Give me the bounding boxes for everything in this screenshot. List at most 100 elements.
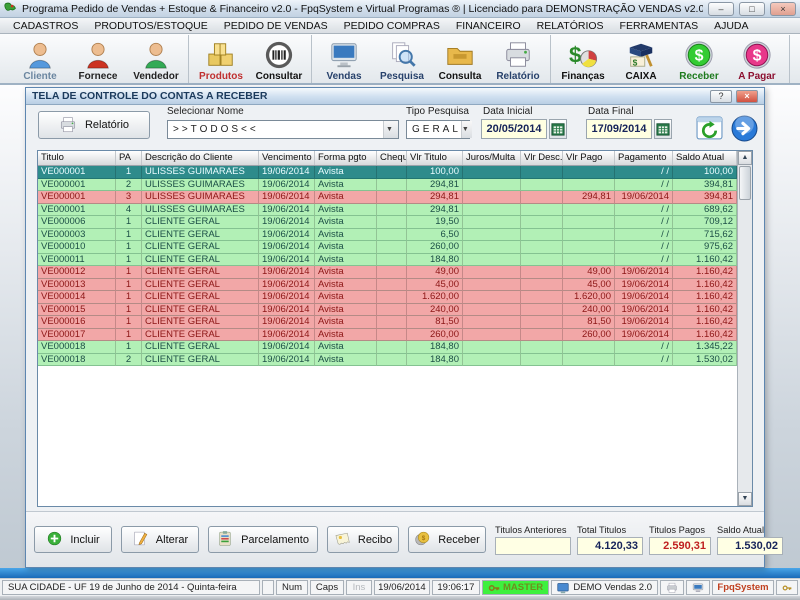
table-row[interactable]: VE0000012ULISSES GUIMARAES19/06/2014Avis… bbox=[38, 179, 737, 192]
minimize-button[interactable]: – bbox=[708, 2, 734, 16]
cell-cliente: ULISSES GUIMARAES bbox=[142, 191, 259, 204]
scroll-down-button[interactable]: ▼ bbox=[738, 492, 752, 506]
table-row[interactable]: VE0000151CLIENTE GERAL19/06/2014Avista24… bbox=[38, 304, 737, 317]
table-row[interactable]: VE0000031CLIENTE GERAL19/06/2014Avista6,… bbox=[38, 229, 737, 242]
close-button[interactable]: × bbox=[770, 2, 796, 16]
cell-juros bbox=[463, 354, 521, 367]
cell-forma: Avista bbox=[315, 166, 377, 179]
table-row[interactable]: VE0000014ULISSES GUIMARAES19/06/2014Avis… bbox=[38, 204, 737, 217]
menu-item-pedido-compras[interactable]: PEDIDO COMPRAS bbox=[337, 19, 447, 33]
receber-button[interactable]: $Receber bbox=[408, 526, 486, 553]
cell-vlr_titulo: 260,00 bbox=[407, 329, 463, 342]
column-header-pagamento[interactable]: Pagamento bbox=[615, 151, 673, 165]
column-header-descri-o-do-cliente[interactable]: Descrição do Cliente bbox=[142, 151, 259, 165]
dialog-close-button[interactable]: × bbox=[736, 90, 758, 103]
toolbar-button-caixa[interactable]: $CAIXA bbox=[612, 35, 670, 83]
type-filter-combo[interactable]: GERAL ▼ bbox=[406, 120, 470, 139]
menu-item-ferramentas[interactable]: FERRAMENTAS bbox=[613, 19, 706, 33]
column-header-titulo[interactable]: Titulo bbox=[38, 151, 116, 165]
refresh-button[interactable] bbox=[696, 115, 723, 142]
svg-text:$: $ bbox=[753, 48, 762, 65]
toolbar-button-suporte[interactable]: Suporte bbox=[793, 35, 800, 83]
column-header-vlr-desc-[interactable]: Vlr Desc. bbox=[521, 151, 563, 165]
column-header-forma-pgto[interactable]: Forma pgto bbox=[315, 151, 377, 165]
table-row[interactable]: VE0000121CLIENTE GERAL19/06/2014Avista49… bbox=[38, 266, 737, 279]
menu-item-financeiro[interactable]: FINANCEIRO bbox=[449, 19, 528, 33]
alterar-button[interactable]: Alterar bbox=[121, 526, 199, 553]
table-row[interactable]: VE0000182CLIENTE GERAL19/06/2014Avista18… bbox=[38, 354, 737, 367]
go-next-button[interactable] bbox=[731, 115, 758, 142]
column-header-vencimento[interactable]: Vencimento bbox=[259, 151, 315, 165]
toolbar-button-consulta[interactable]: Consulta bbox=[431, 35, 489, 83]
column-header-cheque[interactable]: Cheque bbox=[377, 151, 407, 165]
menu-item-pedido-de-vendas[interactable]: PEDIDO DE VENDAS bbox=[217, 19, 335, 33]
dialog-title: TELA DE CONTROLE DO CONTAS A RECEBER bbox=[32, 90, 706, 102]
scroll-up-button[interactable]: ▲ bbox=[738, 151, 752, 165]
dialog-help-button[interactable]: ? bbox=[710, 90, 732, 103]
table-row[interactable]: VE0000171CLIENTE GERAL19/06/2014Avista26… bbox=[38, 329, 737, 342]
column-header-juros-multa[interactable]: Juros/Multa bbox=[463, 151, 521, 165]
column-header-saldo-atual[interactable]: Saldo Atual bbox=[673, 151, 737, 165]
cell-pa: 2 bbox=[116, 354, 142, 367]
column-header-pa[interactable]: PA bbox=[116, 151, 142, 165]
toolbar-button-fornece[interactable]: Fornece bbox=[69, 35, 127, 83]
table-row[interactable]: VE0000101CLIENTE GERAL19/06/2014Avista26… bbox=[38, 241, 737, 254]
toolbar-button-receber[interactable]: $Receber bbox=[670, 35, 728, 83]
recibo-button[interactable]: Recibo bbox=[327, 526, 399, 553]
cell-cheque bbox=[377, 329, 407, 342]
table-row[interactable]: VE0000131CLIENTE GERAL19/06/2014Avista45… bbox=[38, 279, 737, 292]
column-header-vlr-titulo[interactable]: Vlr Titulo bbox=[407, 151, 463, 165]
date-end-field[interactable]: 17/09/2014 bbox=[586, 119, 652, 139]
parcelamento-button[interactable]: Parcelamento bbox=[208, 526, 318, 553]
toolbar-button-finan-as[interactable]: $Finanças bbox=[554, 35, 612, 83]
date-start-field[interactable]: 20/05/2014 bbox=[481, 119, 547, 139]
toolbar-button-produtos[interactable]: Produtos bbox=[192, 35, 250, 83]
toolbar-button-relat-rio[interactable]: Relatório bbox=[489, 35, 547, 83]
table-row[interactable]: VE0000181CLIENTE GERAL19/06/2014Avista18… bbox=[38, 341, 737, 354]
toolbar-button-cliente[interactable]: Cliente bbox=[11, 35, 69, 83]
toolbar-button-vendedor[interactable]: Vendedor bbox=[127, 35, 185, 83]
table-row[interactable]: VE0000013ULISSES GUIMARAES19/06/2014Avis… bbox=[38, 191, 737, 204]
mdi-workspace: TELA DE CONTROLE DO CONTAS A RECEBER ? ×… bbox=[0, 85, 800, 568]
cell-saldo: 1.160,42 bbox=[673, 316, 737, 329]
date-start-calendar-button[interactable] bbox=[549, 119, 567, 139]
name-filter-combo[interactable]: >>TODOS<< ▼ bbox=[167, 120, 399, 139]
menu-item-relat-rios[interactable]: RELATÓRIOS bbox=[530, 19, 611, 33]
toolbar-button-consultar[interactable]: Consultar bbox=[250, 35, 308, 83]
main-toolbar: ClienteForneceVendedorProdutosConsultarV… bbox=[0, 34, 800, 85]
cell-cheque bbox=[377, 354, 407, 367]
cell-vlr_titulo: 81,50 bbox=[407, 316, 463, 329]
table-row[interactable]: VE0000111CLIENTE GERAL19/06/2014Avista18… bbox=[38, 254, 737, 267]
scrollbar-thumb[interactable] bbox=[739, 166, 751, 200]
toolbar-button-pesquisa[interactable]: Pesquisa bbox=[373, 35, 431, 83]
toolbar-button-vendas[interactable]: Vendas bbox=[315, 35, 373, 83]
status-network-button[interactable] bbox=[686, 580, 710, 595]
cell-pa: 3 bbox=[116, 191, 142, 204]
toolbar-button-a-pagar[interactable]: $A Pagar bbox=[728, 35, 786, 83]
status-key-button[interactable] bbox=[776, 580, 798, 595]
type-filter-value: GERAL bbox=[412, 124, 461, 135]
cell-vlr_desc bbox=[521, 266, 563, 279]
table-row[interactable]: VE0000141CLIENTE GERAL19/06/2014Avista1.… bbox=[38, 291, 737, 304]
cell-juros bbox=[463, 229, 521, 242]
column-header-vlr-pago[interactable]: Vlr Pago bbox=[563, 151, 615, 165]
chevron-down-icon: ▼ bbox=[461, 121, 472, 138]
cell-forma: Avista bbox=[315, 279, 377, 292]
restore-button[interactable]: □ bbox=[739, 2, 765, 16]
status-printer-button[interactable] bbox=[660, 580, 684, 595]
table-row[interactable]: VE0000011ULISSES GUIMARAES19/06/2014Avis… bbox=[38, 166, 737, 179]
table-row[interactable]: VE0000061CLIENTE GERAL19/06/2014Avista19… bbox=[38, 216, 737, 229]
menu-item-cadastros[interactable]: CADASTROS bbox=[6, 19, 85, 33]
menu-item-produtos-estoque[interactable]: PRODUTOS/ESTOQUE bbox=[87, 19, 214, 33]
vertical-scrollbar[interactable]: ▲ ▼ bbox=[737, 151, 752, 506]
cell-saldo: 100,00 bbox=[673, 166, 737, 179]
report-button[interactable]: Relatório bbox=[38, 111, 150, 139]
cell-vlr_pago bbox=[563, 216, 615, 229]
incluir-button[interactable]: Incluir bbox=[34, 526, 112, 553]
cell-vlr_desc bbox=[521, 229, 563, 242]
date-end-calendar-button[interactable] bbox=[654, 119, 672, 139]
button-label: Alterar bbox=[156, 534, 188, 546]
menu-item-ajuda[interactable]: AJUDA bbox=[707, 19, 755, 33]
cell-pa: 1 bbox=[116, 291, 142, 304]
table-row[interactable]: VE0000161CLIENTE GERAL19/06/2014Avista81… bbox=[38, 316, 737, 329]
